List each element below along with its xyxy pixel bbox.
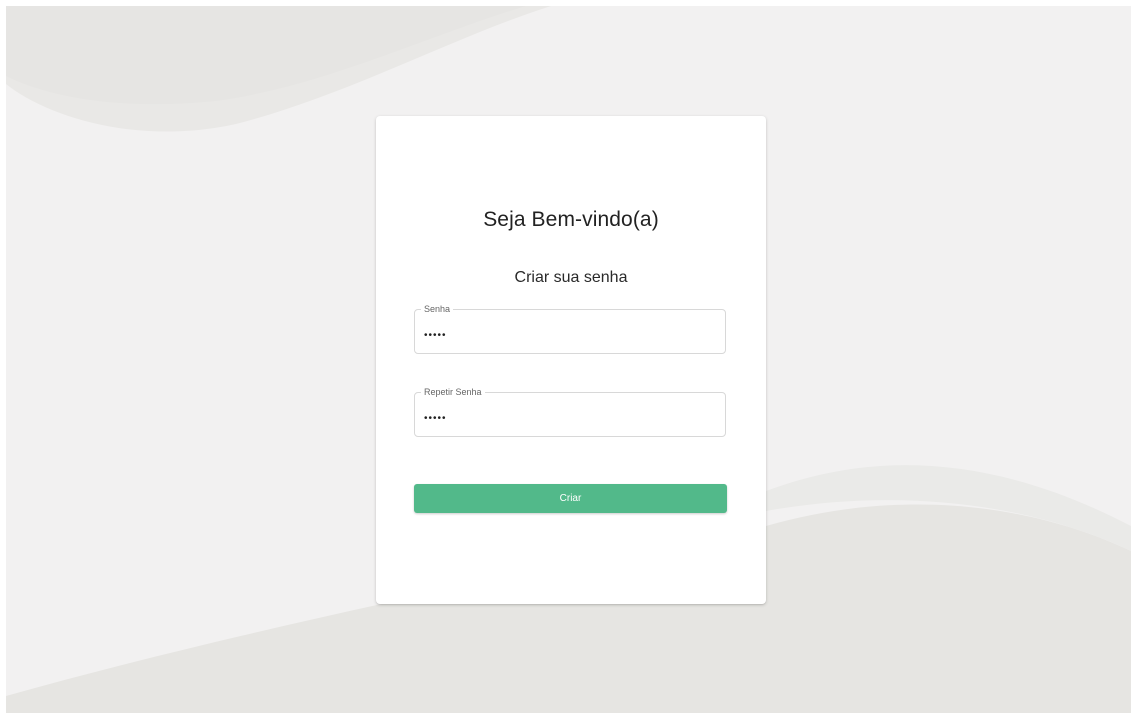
- create-password-card: Seja Bem-vindo(a) Criar sua senha Senha …: [376, 116, 766, 604]
- password-label: Senha: [421, 303, 454, 315]
- repeat-password-label: Repetir Senha: [421, 386, 485, 398]
- repeat-password-input[interactable]: [424, 407, 714, 429]
- password-field[interactable]: Senha: [414, 303, 726, 354]
- password-input[interactable]: [424, 324, 714, 346]
- repeat-password-field[interactable]: Repetir Senha: [414, 386, 726, 437]
- page-background: Seja Bem-vindo(a) Criar sua senha Senha …: [6, 6, 1131, 713]
- form-subtitle: Criar sua senha: [514, 269, 628, 286]
- page-title: Seja Bem-vindo(a): [483, 208, 659, 231]
- create-button[interactable]: Criar: [414, 484, 727, 513]
